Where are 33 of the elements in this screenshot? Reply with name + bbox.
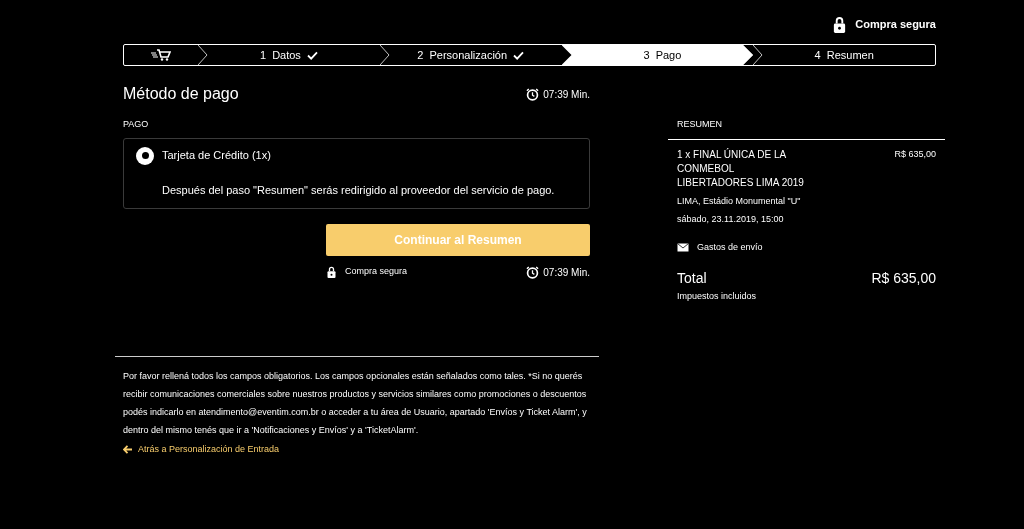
event-date: sábado, 23.11.2019, 15:00 bbox=[677, 213, 785, 226]
alarm-clock-icon bbox=[526, 265, 540, 279]
total-price: R$ 635,00 bbox=[871, 269, 936, 288]
item-price: R$ 635,00 bbox=[894, 147, 936, 161]
tax-note: Impuestos incluidos bbox=[677, 290, 758, 303]
timer: 07:39 Min. bbox=[543, 265, 590, 280]
cart-icon bbox=[151, 49, 171, 61]
item-title: 1 x FINAL ÚNICA DE LA CONMEBOL LIBERTADORES LIMA 2019 bbox=[677, 147, 804, 190]
step-tab[interactable]: 2 Personalización bbox=[379, 45, 562, 65]
check-icon bbox=[513, 50, 525, 60]
summary-label: RESUMEN bbox=[677, 118, 723, 131]
step-tab[interactable]: 1 Datos bbox=[198, 45, 380, 65]
envelope-icon bbox=[677, 242, 689, 252]
radio-button[interactable] bbox=[136, 146, 154, 165]
total-label: Total bbox=[677, 269, 707, 288]
back-link[interactable]: Atrás a Personalización de Entrada bbox=[138, 442, 280, 456]
secure-purchase-label: Compra segura bbox=[855, 17, 936, 33]
option-note: Después del paso "Resumen" serás redirigido al proveedor del servicio de pago. bbox=[162, 182, 556, 198]
payment-label: PAGO bbox=[123, 118, 150, 131]
check-icon bbox=[306, 50, 318, 60]
secure-purchase-label: Compra segura bbox=[345, 265, 408, 279]
lock-icon bbox=[832, 16, 848, 33]
alarm-clock-icon bbox=[526, 87, 540, 101]
timer: 07:39 Min. bbox=[543, 87, 590, 102]
option-label: Tarjeta de Crédito (1x) bbox=[162, 148, 271, 164]
footer-notice: Por favor rellená todos los campos obligatorios. Los campos opcionales están señalados como tales. *Si no querés recibir comunicaciones comerciales sobre nuestros productos y servicios similares como promociones o descuentos podés indicarlo en atendimento@eventim.com.br o acceder a tu área de Usuario, apartado 'Envíos y Ticket Alarm', y dentro del mismo tenés que ir a 'Notificaciones y Envíos' y a 'TicketAlarm'. bbox=[123, 369, 588, 437]
arrow-left-icon bbox=[123, 444, 132, 454]
lock-icon bbox=[326, 266, 337, 278]
venue: LIMA, Estádio Monumental "U" bbox=[677, 194, 802, 208]
step-tab[interactable]: 3 Pago bbox=[561, 45, 754, 65]
shipping-label: Gastos de envío bbox=[697, 240, 763, 254]
section-title: Método de pago bbox=[123, 84, 239, 104]
step-tab[interactable]: 4 Resumen bbox=[753, 45, 935, 65]
